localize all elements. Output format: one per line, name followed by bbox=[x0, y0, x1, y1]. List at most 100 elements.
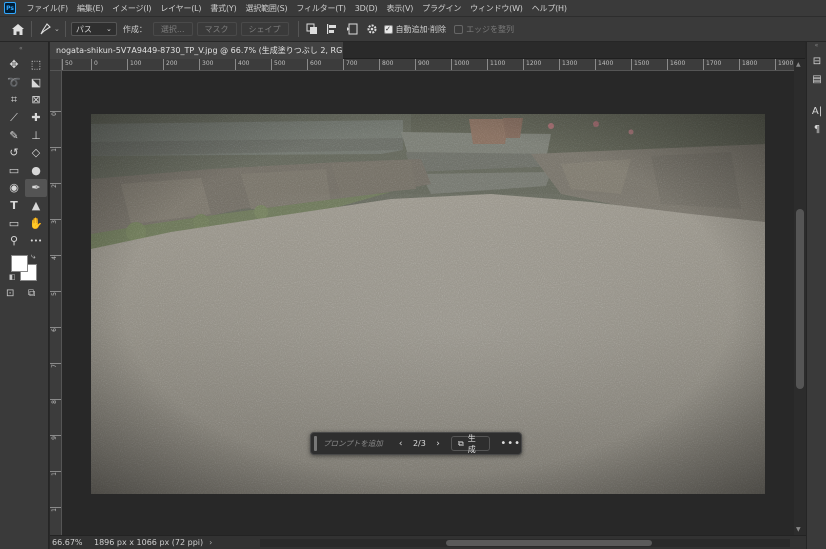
brush-tool-icon[interactable]: ✎ bbox=[3, 126, 25, 144]
menu-file[interactable]: ファイル(F) bbox=[22, 3, 72, 14]
contextual-task-bar: プロンプトを追加 ‹ 2/3 › ⧉ 生成 ••• bbox=[310, 432, 522, 455]
generate-button[interactable]: ⧉ 生成 bbox=[451, 434, 491, 454]
ruler-tick-label: 0 bbox=[50, 111, 61, 116]
ruler-tick-label: 700 bbox=[343, 59, 357, 70]
vertical-ruler[interactable]: 0123456789111 bbox=[50, 71, 62, 535]
vertical-scroll-thumb[interactable] bbox=[796, 209, 804, 389]
ruler-tick-text: 1 bbox=[51, 508, 58, 512]
tool-preset-chevron-icon[interactable]: ⌄ bbox=[54, 25, 60, 33]
ruler-origin[interactable] bbox=[50, 59, 62, 71]
quick-mask-icon[interactable]: ⊡ bbox=[6, 288, 14, 299]
make-selection-button[interactable]: 選択... bbox=[152, 22, 193, 36]
zoom-tool-icon[interactable]: ⚲ bbox=[3, 232, 25, 250]
horizontal-ruler[interactable]: 50 0 100 200 300 400 500 600 700 800 900 1000 1100 12… bbox=[62, 59, 794, 71]
stamp-tool-icon[interactable]: ⊥ bbox=[25, 126, 47, 144]
healing-brush-icon[interactable]: ✚ bbox=[25, 109, 47, 127]
lasso-tool-icon[interactable]: ➰ bbox=[3, 74, 25, 92]
eraser-tool-icon[interactable]: ◇ bbox=[25, 144, 47, 162]
path-alignment-icon[interactable] bbox=[324, 21, 340, 37]
ruler-tick-text: 1 bbox=[51, 148, 58, 152]
path-operations-icon[interactable] bbox=[304, 21, 320, 37]
pen-icon[interactable] bbox=[37, 21, 53, 37]
document-info[interactable]: 1896 px x 1066 px (72 ppi) bbox=[94, 538, 203, 547]
previous-variation-button[interactable]: ‹ bbox=[394, 439, 408, 449]
ruler-tick-label: 900 bbox=[415, 59, 429, 70]
generate-icon: ⧉ bbox=[458, 438, 464, 448]
menu-edit[interactable]: 編集(E) bbox=[72, 3, 107, 14]
crop-tool-icon[interactable]: ⌗ bbox=[3, 91, 25, 109]
rectangle-tool-icon[interactable]: ▭ bbox=[3, 214, 25, 232]
foreground-color-swatch[interactable] bbox=[11, 255, 28, 272]
swap-colors-icon[interactable]: ⤷ bbox=[31, 252, 35, 262]
next-variation-button[interactable]: › bbox=[431, 439, 445, 449]
align-edges-checkbox[interactable] bbox=[454, 24, 464, 34]
type-tool-icon[interactable]: T bbox=[3, 197, 25, 215]
ruler-tick-text: 0 bbox=[51, 112, 58, 116]
prompt-input[interactable]: プロンプトを追加 bbox=[323, 438, 394, 449]
make-shape-button[interactable]: シェイプ bbox=[240, 22, 289, 36]
home-icon[interactable] bbox=[10, 21, 26, 37]
menu-type[interactable]: 書式(Y) bbox=[206, 3, 241, 14]
history-brush-icon[interactable]: ↺ bbox=[3, 144, 25, 162]
drag-handle-icon[interactable] bbox=[314, 436, 317, 451]
menu-view[interactable]: 表示(V) bbox=[382, 3, 418, 14]
character-panel-icon[interactable]: A| bbox=[807, 102, 826, 120]
document-tab[interactable]: nogata-shikun-5V7A9449-8730_TP_V.jpg @ 6… bbox=[50, 42, 343, 59]
menu-plugins[interactable]: プラグイン bbox=[418, 3, 466, 14]
status-bar: 66.67% 1896 px x 1066 px (72 ppi) › bbox=[50, 535, 806, 549]
path-arrangement-icon[interactable] bbox=[344, 21, 360, 37]
collapse-panel-icon[interactable]: « bbox=[19, 45, 23, 52]
variation-counter: 2/3 bbox=[412, 439, 426, 448]
blur-tool-icon[interactable]: ● bbox=[25, 162, 47, 180]
ruler-tick-text: 6 bbox=[51, 328, 58, 332]
paragraph-panel-icon[interactable]: ¶ bbox=[807, 120, 826, 138]
hand-tool-icon[interactable]: ✋ bbox=[25, 214, 47, 232]
ruler-tick-text: 7 bbox=[51, 364, 58, 368]
auto-add-delete-checkbox[interactable]: ✓ bbox=[383, 24, 393, 34]
more-tools-icon[interactable]: ••• bbox=[25, 232, 47, 250]
document-tab-bar: nogata-shikun-5V7A9449-8730_TP_V.jpg @ 6… bbox=[50, 42, 805, 59]
ruler-tick-label: 0 bbox=[91, 59, 98, 70]
comments-panel-icon[interactable]: ▤ bbox=[807, 70, 826, 88]
tools-panel: « ✥ ⬚ ➰ ⬕ ⌗ ⊠ ⟋ ✚ ✎ ⊥ ↺ ◇ ▭ ● ◉ ✒ T ▲ ▭ ✋ ⚲ ••• ⤷ ◧ ⊡ ⧉ bbox=[0, 42, 49, 549]
expand-panels-icon[interactable]: « bbox=[807, 42, 826, 52]
path-select-tool-icon[interactable]: ▲ bbox=[25, 197, 47, 215]
object-select-tool-icon[interactable]: ⬕ bbox=[25, 74, 47, 92]
app-logo: Ps bbox=[4, 2, 16, 14]
menu-3d[interactable]: 3D(D) bbox=[350, 4, 382, 13]
menu-help[interactable]: ヘルプ(H) bbox=[527, 3, 571, 14]
canvas-area[interactable] bbox=[62, 71, 794, 535]
learn-panel-icon[interactable]: ⊟ bbox=[807, 52, 826, 70]
ruler-tick-label: 9 bbox=[50, 435, 61, 440]
ruler-tick-label: 8 bbox=[50, 399, 61, 404]
menu-image[interactable]: イメージ(I) bbox=[108, 3, 156, 14]
gear-icon[interactable] bbox=[364, 21, 380, 37]
scroll-down-icon[interactable]: ▼ bbox=[796, 526, 801, 533]
menu-window[interactable]: ウィンドウ(W) bbox=[466, 3, 528, 14]
default-colors-icon[interactable]: ◧ bbox=[9, 273, 16, 281]
screen-mode-icon[interactable]: ⧉ bbox=[28, 288, 35, 299]
move-tool-icon[interactable]: ✥ bbox=[3, 56, 25, 74]
ruler-tick-label: 6 bbox=[50, 327, 61, 332]
vertical-scrollbar[interactable]: ▲ ▼ bbox=[794, 59, 806, 535]
status-more-icon[interactable]: › bbox=[209, 538, 212, 547]
chevron-down-icon: ⌄ bbox=[106, 25, 112, 33]
horizontal-scrollbar[interactable] bbox=[260, 539, 790, 547]
scroll-up-icon[interactable]: ▲ bbox=[796, 61, 801, 68]
mode-select[interactable]: パス ⌄ bbox=[70, 22, 117, 36]
eyedropper-tool-icon[interactable]: ⟋ bbox=[3, 109, 25, 127]
pen-tool-icon[interactable]: ✒ bbox=[25, 179, 47, 197]
frame-tool-icon[interactable]: ⊠ bbox=[25, 91, 47, 109]
horizontal-scroll-thumb[interactable] bbox=[446, 540, 652, 546]
photoshop-window: Ps ファイル(F) 編集(E) イメージ(I) レイヤー(L) 書式(Y) 選… bbox=[0, 0, 826, 549]
make-mask-button[interactable]: マスク bbox=[196, 22, 237, 36]
zoom-level[interactable]: 66.67% bbox=[50, 538, 90, 547]
artboard-tool-icon[interactable]: ⬚ bbox=[25, 56, 47, 74]
dodge-tool-icon[interactable]: ◉ bbox=[3, 179, 25, 197]
menu-layer[interactable]: レイヤー(L) bbox=[156, 3, 206, 14]
more-options-icon[interactable]: ••• bbox=[500, 438, 521, 449]
menu-filter[interactable]: フィルター(T) bbox=[292, 3, 350, 14]
menu-select[interactable]: 選択範囲(S) bbox=[241, 3, 292, 14]
gradient-tool-icon[interactable]: ▭ bbox=[3, 162, 25, 180]
ruler-tick-text: 4 bbox=[51, 256, 58, 260]
